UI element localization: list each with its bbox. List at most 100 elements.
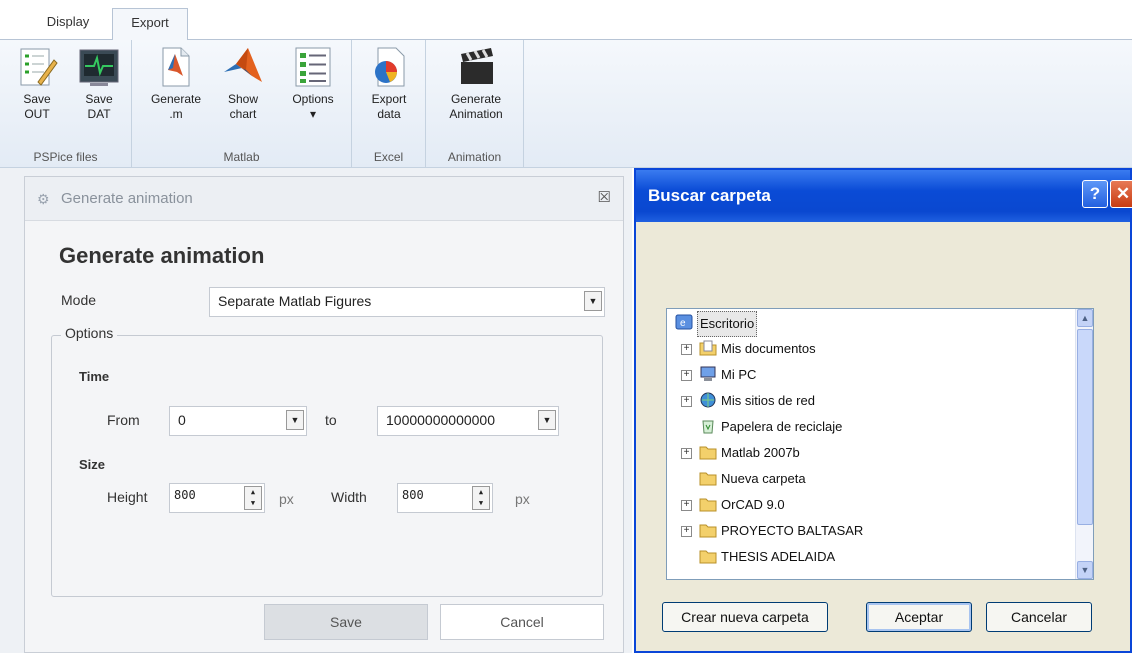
network-icon: [699, 392, 717, 408]
folder-icon: [699, 522, 717, 538]
options-dropdown-button[interactable]: Options ▾: [282, 46, 344, 122]
tab-export[interactable]: Export: [112, 8, 188, 40]
save-button[interactable]: Save: [264, 604, 428, 640]
ribbon-group-pspice: Save OUT Save DAT PSPice files: [0, 40, 132, 168]
scroll-up-icon[interactable]: ▲: [1077, 309, 1093, 327]
generate-m-label: Generate .m: [150, 92, 202, 121]
time-section-label: Time: [79, 369, 110, 384]
documents-folder-icon: [699, 340, 717, 356]
tree-item-label: Papelera de reciclaje: [721, 419, 843, 434]
stepper-arrows-icon[interactable]: ▲ ▼: [472, 486, 490, 510]
width-unit: px: [515, 491, 530, 507]
mode-select-value: Separate Matlab Figures: [218, 293, 372, 309]
chevron-down-icon[interactable]: ▼: [286, 410, 304, 430]
cancel-button[interactable]: Cancel: [440, 604, 604, 640]
expand-icon[interactable]: +: [681, 344, 692, 355]
desktop-icon: e: [675, 314, 693, 330]
dialog-title: Generate animation: [61, 190, 193, 207]
generate-animation-dialog: ⚙ Generate animation ☒ Generate animatio…: [24, 176, 624, 653]
to-label: to: [325, 412, 337, 428]
matlab-logo-icon: [222, 46, 264, 88]
export-data-label: Export data: [371, 92, 407, 121]
height-label: Height: [107, 489, 148, 505]
show-chart-label: Show chart: [227, 92, 259, 121]
tree-item-label: Mi PC: [721, 367, 757, 382]
mode-label: Mode: [61, 292, 97, 308]
expand-icon[interactable]: +: [681, 370, 692, 381]
dialog-heading: Generate animation: [59, 243, 265, 268]
new-folder-button[interactable]: Crear nueva carpeta: [662, 602, 828, 632]
folder-icon: [699, 496, 717, 512]
cancel-button[interactable]: Cancelar: [986, 602, 1092, 632]
generate-animation-label: Generate Animation: [449, 92, 503, 121]
dialog-app-icon: ⚙: [37, 191, 50, 207]
height-stepper[interactable]: 800 ▲ ▼: [169, 483, 265, 513]
options-legend: Options: [61, 325, 118, 341]
chevron-down-icon[interactable]: ▼: [584, 291, 602, 311]
tree-item-matlab-2007b[interactable]: + Matlab 2007b: [667, 441, 1067, 467]
group-title-excel: Excel: [373, 150, 404, 164]
help-button[interactable]: ?: [1082, 180, 1108, 208]
generate-animation-button[interactable]: Generate Animation: [436, 46, 516, 122]
to-time-value: 10000000000000: [386, 412, 496, 428]
folder-icon: [699, 444, 717, 460]
ribbon-group-animation: Generate Animation Animation: [426, 40, 524, 168]
save-dat-icon: [78, 46, 120, 88]
group-title-animation: Animation: [447, 150, 502, 164]
expand-icon[interactable]: +: [681, 448, 692, 459]
tree-item-label: Mis documentos: [721, 341, 816, 356]
export-data-button[interactable]: Export data: [360, 46, 418, 122]
screen: Display Export Save OUT Save DAT PSPice …: [0, 0, 1132, 653]
to-time-select[interactable]: 10000000000000 ▼: [377, 406, 559, 436]
save-out-label: Save OUT: [23, 92, 51, 121]
show-chart-button[interactable]: Show chart: [218, 46, 268, 122]
height-value: 800: [174, 488, 196, 502]
save-out-button[interactable]: Save OUT: [8, 46, 66, 122]
tree-item-label: OrCAD 9.0: [721, 497, 785, 512]
dialog-titlebar: ⚙ Generate animation ☒: [25, 177, 623, 221]
browse-folder-dialog: Buscar carpeta ? ✕ e Escritorio + Mis do…: [634, 168, 1132, 653]
expand-icon[interactable]: +: [681, 396, 692, 407]
options-group: [51, 335, 603, 597]
expand-icon[interactable]: +: [681, 526, 692, 537]
ribbon: Save OUT Save DAT PSPice files Generate …: [0, 40, 1132, 168]
scroll-down-icon[interactable]: ▼: [1077, 561, 1093, 579]
size-section-label: Size: [79, 457, 106, 472]
computer-icon: [699, 366, 717, 382]
close-button[interactable]: ✕: [1110, 180, 1132, 208]
save-out-icon: [16, 46, 58, 88]
tree-item-papelera[interactable]: Papelera de reciclaje: [667, 415, 1067, 441]
svg-text:e: e: [680, 318, 686, 329]
expand-icon[interactable]: +: [681, 500, 692, 511]
tree-item-label: PROYECTO BALTASAR: [721, 523, 864, 538]
accept-button[interactable]: Aceptar: [866, 602, 972, 632]
scrollbar-thumb[interactable]: [1077, 329, 1093, 525]
close-icon[interactable]: ☒: [598, 188, 611, 206]
chevron-down-icon[interactable]: ▼: [538, 410, 556, 430]
tree-item-mis-sitios-de-red[interactable]: + Mis sitios de red: [667, 389, 1067, 415]
tree-item-escritorio[interactable]: e Escritorio: [667, 311, 1067, 337]
tree-item-orcad[interactable]: + OrCAD 9.0: [667, 493, 1067, 519]
ribbon-tab-bar: Display Export: [0, 0, 1132, 40]
mode-select[interactable]: Separate Matlab Figures ▼: [209, 287, 605, 317]
tree-scrollbar[interactable]: ▲ ▼: [1075, 309, 1093, 579]
from-time-select[interactable]: 0 ▼: [169, 406, 307, 436]
generate-m-button[interactable]: Generate .m: [144, 46, 208, 122]
excel-chart-icon: [368, 46, 410, 88]
save-dat-button[interactable]: Save DAT: [70, 46, 128, 122]
tree-item-thesis-adelaida[interactable]: THESIS ADELAIDA: [667, 545, 1067, 571]
stepper-arrows-icon[interactable]: ▲ ▼: [244, 486, 262, 510]
width-stepper[interactable]: 800 ▲ ▼: [397, 483, 493, 513]
tree-item-label: Matlab 2007b: [721, 445, 800, 460]
tree-item-label: THESIS ADELAIDA: [721, 549, 836, 564]
tab-display[interactable]: Display: [26, 8, 110, 40]
tree-item-nueva-carpeta[interactable]: Nueva carpeta: [667, 467, 1067, 493]
tree-item-proyecto-baltasar[interactable]: + PROYECTO BALTASAR: [667, 519, 1067, 545]
generate-m-icon: [155, 46, 197, 88]
group-title-matlab: Matlab: [223, 150, 260, 164]
folder-tree[interactable]: e Escritorio + Mis documentos + Mi PC + …: [666, 308, 1094, 580]
tree-item-mis-documentos[interactable]: + Mis documentos: [667, 337, 1067, 363]
tree-item-mi-pc[interactable]: + Mi PC: [667, 363, 1067, 389]
options-list-icon: [292, 46, 334, 88]
width-value: 800: [402, 488, 424, 502]
